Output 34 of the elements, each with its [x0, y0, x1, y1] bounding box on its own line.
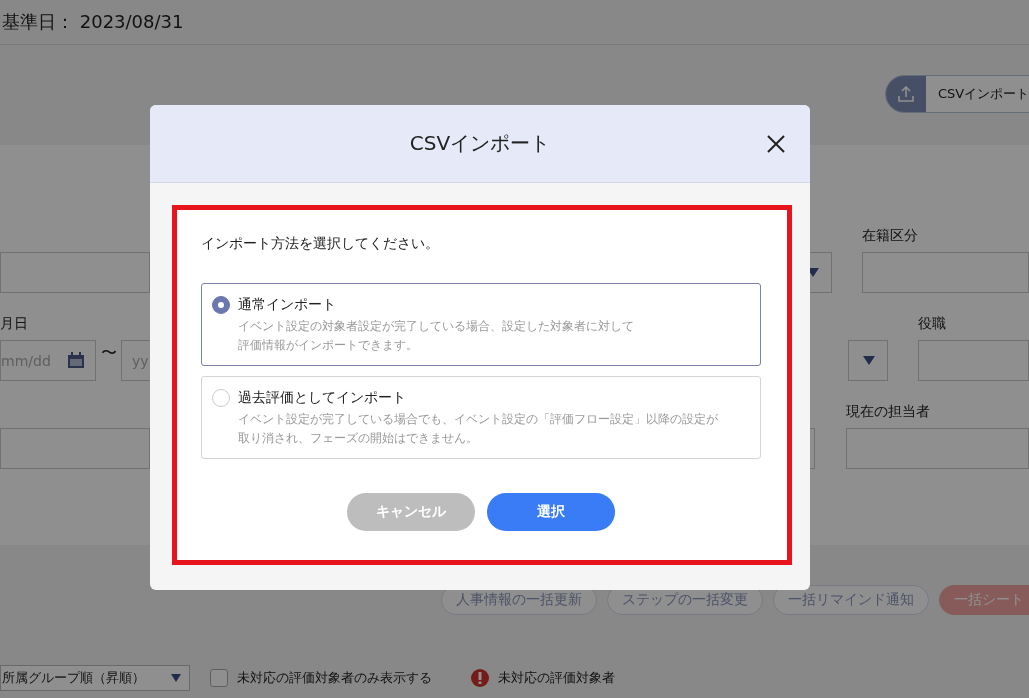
option-description: イベント設定の対象者設定が完了している場合、設定した対象者に対して 評価情報がインポートできます。	[238, 318, 634, 354]
text-field[interactable]	[0, 428, 150, 469]
legend-label: 未対応の評価対象者	[498, 669, 615, 687]
field-label: 役職	[918, 315, 947, 333]
checkbox-label: 未対応の評価対象者のみ表示する	[237, 669, 432, 687]
checkbox[interactable]	[210, 669, 228, 687]
calendar-icon	[67, 352, 85, 369]
csv-import-button[interactable]: CSVインポート	[885, 75, 1029, 113]
cancel-button[interactable]: キャンセル	[347, 493, 475, 531]
field-label: 在籍区分	[862, 227, 919, 245]
range-separator: 〜	[99, 342, 118, 364]
close-icon	[766, 133, 786, 154]
option-label: 過去評価としてインポート	[238, 389, 407, 407]
radio-button[interactable]	[212, 296, 230, 314]
import-option[interactable]: 通常インポート イベント設定の対象者設定が完了している場合、設定した対象者に対して 評価情報がインポートできます。	[201, 283, 761, 366]
bulk-action-button[interactable]: 一括リマインド通知	[773, 585, 929, 615]
text-field[interactable]	[846, 428, 1029, 469]
warning-icon	[471, 669, 489, 687]
upload-icon	[897, 85, 915, 103]
dialog-prompt: インポート方法を選択してください。	[201, 235, 440, 253]
text-field[interactable]	[0, 252, 150, 293]
text-field[interactable]	[918, 340, 1029, 381]
option-label: 通常インポート	[238, 296, 337, 314]
base-date: 基準日： 2023/08/31	[2, 10, 184, 34]
sort-select[interactable]: 所属グループ順（昇順）	[0, 665, 190, 691]
option-description: イベント設定が完了している場合でも、イベント設定の「評価フロー設定」以降の設定が 取り消され、フェーズの開始はできません。	[238, 411, 718, 447]
field-label: 現在の担当者	[846, 403, 931, 421]
dialog-title: CSVインポート	[409, 130, 551, 157]
import-option[interactable]: 過去評価としてインポート イベント設定が完了している場合でも、イベント設定の「評価フロー設定」以降の設定が 取り消され、フェーズの開始はできません。	[201, 376, 761, 459]
radio-button[interactable]	[212, 389, 230, 407]
text-field[interactable]	[862, 252, 1029, 293]
select-button[interactable]: 選択	[487, 493, 615, 531]
field-label: 月日	[0, 315, 29, 333]
dropdown[interactable]	[848, 340, 888, 381]
